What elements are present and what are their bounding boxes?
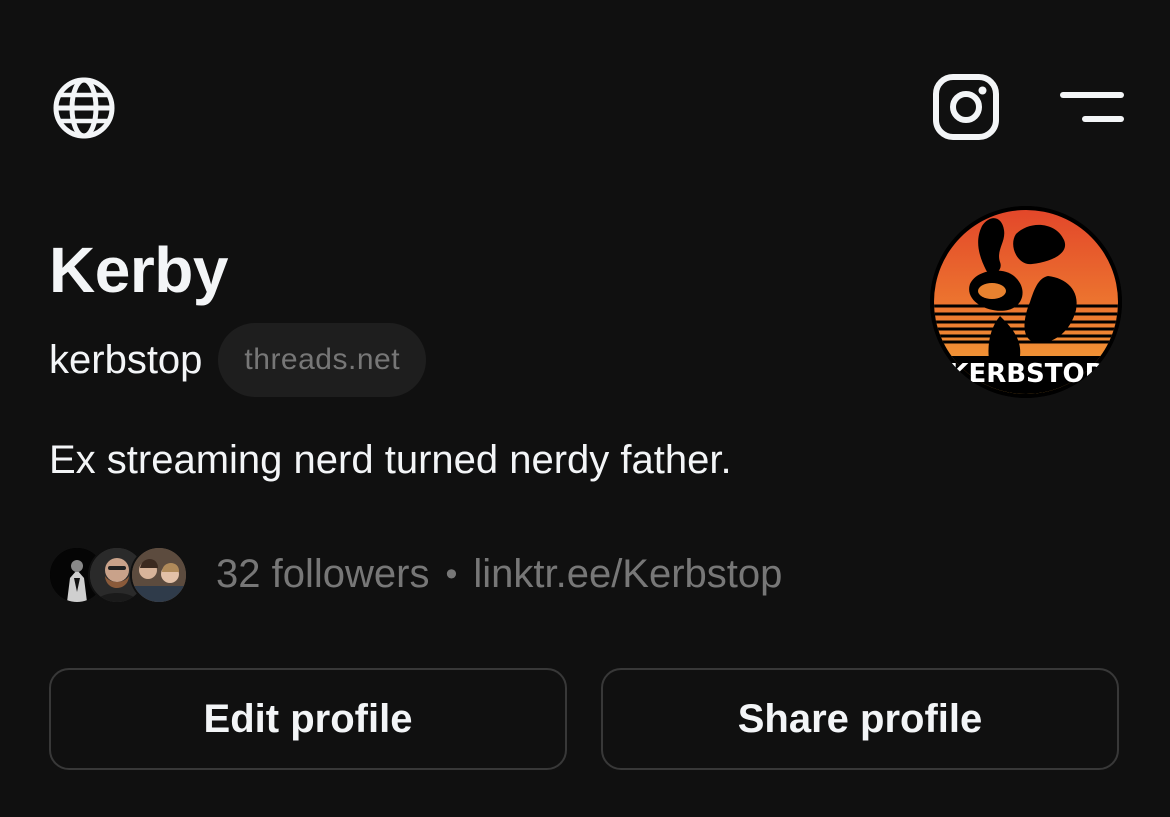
instagram-icon[interactable] — [932, 73, 1000, 141]
avatar-artwork: KERBSTOP — [930, 206, 1122, 398]
profile-link[interactable]: linktr.ee/Kerbstop — [473, 552, 782, 597]
follower-avatar — [130, 546, 188, 604]
menu-icon[interactable] — [1060, 88, 1124, 128]
avatar-label: KERBSTOP — [948, 359, 1103, 389]
profile-avatar[interactable]: KERBSTOP — [930, 206, 1122, 398]
share-profile-button[interactable]: Share profile — [601, 668, 1119, 770]
handle-row: kerbstop threads.net — [49, 323, 427, 397]
profile-name: Kerby — [49, 234, 228, 306]
followers-row: 32 followers • linktr.ee/Kerbstop — [48, 544, 782, 604]
top-bar — [0, 0, 1170, 200]
separator-dot: • — [445, 554, 458, 593]
followers-count[interactable]: 32 followers — [216, 552, 429, 597]
username: kerbstop — [49, 338, 203, 382]
domain-badge[interactable]: threads.net — [218, 323, 427, 397]
follower-avatars[interactable] — [48, 546, 188, 604]
profile-bio: Ex streaming nerd turned nerdy father. — [49, 438, 732, 482]
globe-icon[interactable] — [50, 74, 118, 142]
edit-profile-button[interactable]: Edit profile — [49, 668, 567, 770]
